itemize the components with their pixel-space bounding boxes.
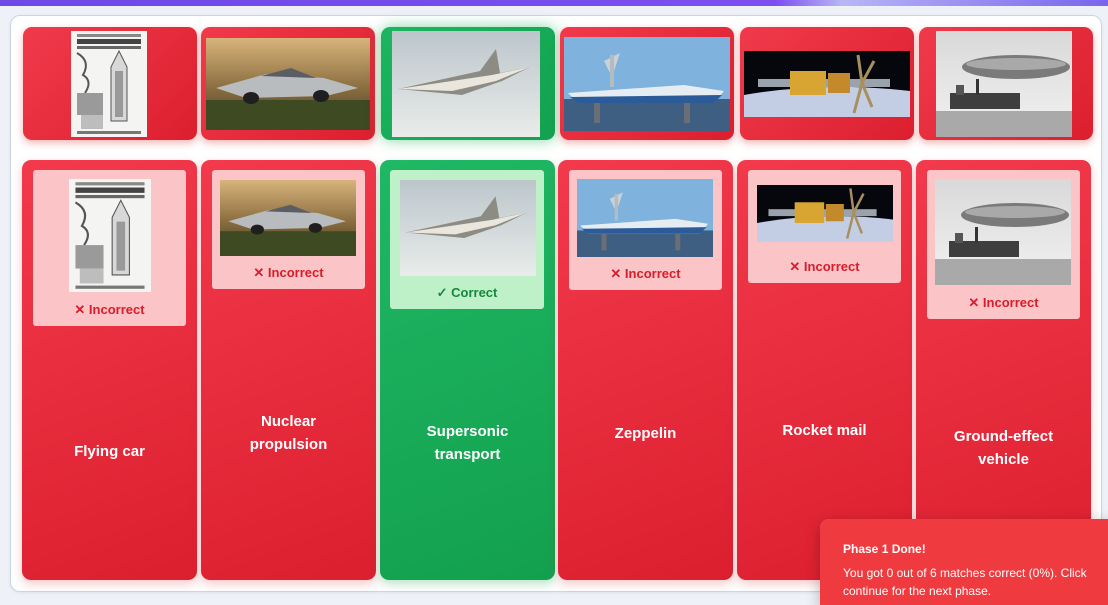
column-label-line-2: vehicle bbox=[978, 451, 1029, 468]
column-rocket-mail[interactable]: ✕ Incorrect Rocket mail bbox=[737, 160, 912, 580]
dropped-card[interactable]: ✕ Incorrect bbox=[927, 170, 1080, 319]
top-accent-bar bbox=[0, 0, 1108, 6]
column-label: Flying car bbox=[22, 440, 197, 463]
dropped-card[interactable]: ✕ Incorrect bbox=[212, 170, 365, 289]
image-tile-nuclear-spacecraft[interactable] bbox=[740, 27, 914, 140]
ground-effect-vehicle-photo bbox=[577, 179, 713, 257]
column-label-line-1: Rocket mail bbox=[782, 422, 867, 439]
dropped-card[interactable]: ✕ Incorrect bbox=[569, 170, 722, 290]
column-ground-effect-vehicle[interactable]: ✕ Incorrect Ground-effect vehicle bbox=[916, 160, 1091, 580]
column-label-line-1: Flying car bbox=[74, 443, 145, 460]
dropped-card[interactable]: ✓ Correct bbox=[390, 170, 544, 309]
column-flying-car[interactable]: ✕ Incorrect Flying car bbox=[22, 160, 197, 580]
image-tile-flying-car[interactable] bbox=[201, 27, 375, 140]
image-tile-newspaper[interactable] bbox=[23, 27, 197, 140]
column-label: Zeppelin bbox=[558, 422, 733, 445]
image-tile-zeppelin[interactable] bbox=[919, 27, 1093, 140]
column-supersonic-transport[interactable]: ✓ Correct Supersonic transport bbox=[380, 160, 555, 580]
nuclear-spacecraft-render bbox=[757, 185, 893, 242]
column-label-line-1: Zeppelin bbox=[614, 425, 677, 442]
column-label-line-1: Nuclear bbox=[260, 413, 317, 430]
status-badge: ✕ Incorrect bbox=[610, 266, 681, 281]
status-badge: ✕ Incorrect bbox=[968, 295, 1039, 310]
column-label: Nuclear propulsion bbox=[201, 410, 376, 456]
column-label: Supersonic transport bbox=[380, 420, 555, 466]
zeppelin-photo bbox=[935, 179, 1071, 285]
column-label-line-1: Supersonic bbox=[426, 423, 509, 440]
status-badge: ✕ Incorrect bbox=[789, 259, 860, 274]
image-tile-ekranoplan[interactable] bbox=[560, 27, 734, 140]
image-tile-supersonic[interactable] bbox=[381, 27, 555, 140]
status-badge: ✓ Correct bbox=[436, 285, 498, 300]
column-label: Ground-effect vehicle bbox=[916, 425, 1091, 471]
supersonic-jet-photo bbox=[392, 31, 540, 137]
newspaper-rocket-mail-clipping bbox=[71, 31, 147, 137]
flying-car-photo bbox=[220, 180, 356, 256]
column-zeppelin[interactable]: ✕ Incorrect Zeppelin bbox=[558, 160, 733, 580]
dropped-card[interactable]: ✕ Incorrect bbox=[748, 170, 901, 283]
toast-message-line-2: continue for the next phase. bbox=[843, 584, 992, 598]
column-label-line-2: transport bbox=[434, 446, 501, 463]
column-label: Rocket mail bbox=[737, 419, 912, 442]
column-label-line-1: Ground-effect bbox=[953, 428, 1054, 445]
nuclear-spacecraft-render bbox=[744, 51, 910, 117]
newspaper-rocket-mail-clipping bbox=[69, 179, 151, 292]
zeppelin-photo bbox=[936, 31, 1072, 137]
ground-effect-vehicle-photo bbox=[564, 37, 730, 131]
phase-complete-toast[interactable]: Phase 1 Done! You got 0 out of 6 matches… bbox=[820, 519, 1108, 605]
status-badge: ✕ Incorrect bbox=[253, 265, 324, 280]
dropped-card[interactable]: ✕ Incorrect bbox=[33, 170, 186, 326]
toast-message-line-1: You got 0 out of 6 matches correct (0%).… bbox=[843, 566, 1087, 580]
status-badge: ✕ Incorrect bbox=[74, 302, 145, 317]
column-nuclear-propulsion[interactable]: ✕ Incorrect Nuclear propulsion bbox=[201, 160, 376, 580]
flying-car-photo bbox=[206, 38, 370, 130]
column-label-line-2: propulsion bbox=[249, 436, 328, 453]
supersonic-jet-photo bbox=[400, 180, 536, 276]
toast-title: Phase 1 Done! bbox=[843, 542, 926, 556]
toast-message: You got 0 out of 6 matches correct (0%).… bbox=[843, 564, 1108, 600]
